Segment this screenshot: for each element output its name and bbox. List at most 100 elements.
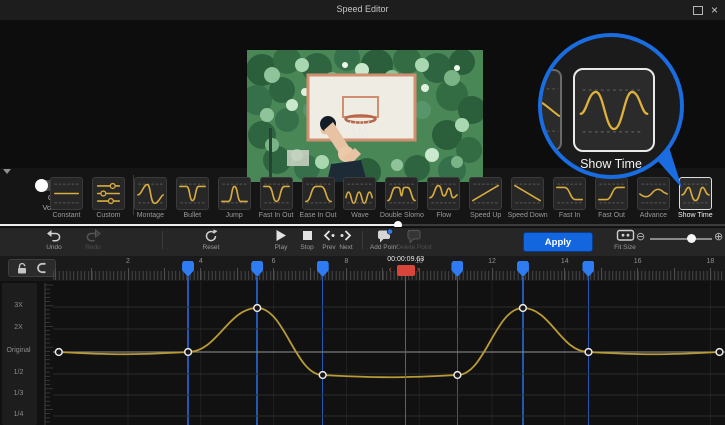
playhead-next-arrow[interactable]: › — [417, 263, 420, 275]
preset-wave[interactable]: Wave — [343, 177, 376, 210]
ruler-number: 18 — [702, 258, 718, 265]
curve-keyframe-point[interactable] — [319, 372, 326, 379]
preset-thumbnail — [302, 177, 335, 210]
preset-label: Jump — [226, 212, 243, 219]
preset-label: Advance — [640, 212, 667, 219]
preset-label: Bullet — [184, 212, 202, 219]
preset-fast-in[interactable]: Fast In — [553, 177, 586, 210]
preset-bullet[interactable]: Bullet — [176, 177, 209, 210]
fit-size-slider-track[interactable] — [650, 238, 712, 240]
ruler-second-tick — [200, 268, 201, 280]
preset-thumbnail — [176, 177, 209, 210]
delete-point-icon — [390, 229, 438, 243]
fit-size-button[interactable]: Fit Size — [601, 229, 649, 251]
current-time: 00:00:09.63 — [376, 256, 436, 263]
reset-icon — [187, 229, 235, 243]
preset-label: Ease In Out — [300, 212, 337, 219]
curve-keyframe-point[interactable] — [585, 349, 592, 356]
preset-thumbnail — [595, 177, 628, 210]
window-title: Speed Editor — [0, 4, 725, 14]
curve-keyframe-point[interactable] — [520, 305, 527, 312]
fit-size-slider-knob[interactable] — [687, 234, 696, 243]
speed-curve-plot[interactable] — [0, 281, 725, 425]
redo-button[interactable]: Redo — [69, 229, 117, 251]
preset-jump[interactable]: Jump — [218, 177, 251, 210]
speed-editor-window: Speed Editor × — [0, 0, 725, 425]
ruler-second-tick — [128, 268, 129, 280]
preset-label: Fast In Out — [259, 212, 294, 219]
ruler-second-tick — [564, 268, 565, 280]
ruler-second-tick — [710, 268, 711, 280]
reset-button[interactable]: Reset — [187, 229, 235, 251]
building — [287, 150, 309, 166]
callout-label: Show Time — [542, 157, 680, 171]
preset-label: Speed Up — [470, 212, 501, 219]
ruler-number: 4 — [193, 258, 209, 265]
curve-keyframe-point[interactable] — [716, 349, 723, 356]
playhead-marker[interactable] — [397, 265, 415, 276]
preset-label: Fast Out — [598, 212, 625, 219]
ruler-number: 6 — [266, 258, 282, 265]
collapse-arrow-icon[interactable] — [3, 169, 11, 174]
ruler-second-tick — [237, 268, 238, 280]
close-button[interactable]: × — [711, 2, 718, 18]
ruler-second-tick — [382, 268, 383, 280]
curve-keyframe-point[interactable] — [454, 372, 461, 379]
window-titlebar: Speed Editor × — [0, 0, 725, 21]
preset-thumbnail — [427, 177, 460, 210]
presets-scrollbar-fill — [0, 224, 398, 226]
preset-double-slomo[interactable]: Double Slomo — [385, 177, 418, 210]
preset-ease-in-out[interactable]: Ease In Out — [302, 177, 335, 210]
magnifier-callout: Show Time — [538, 33, 684, 179]
curve-keyframe-point[interactable] — [254, 305, 261, 312]
preset-label: Wave — [351, 212, 369, 219]
preset-constant[interactable]: Constant — [50, 177, 83, 210]
ruler-number: 8 — [338, 258, 354, 265]
ruler-number: 14 — [557, 258, 573, 265]
preset-thumbnail — [218, 177, 251, 210]
preset-thumbnail — [553, 177, 586, 210]
playhead-prev-arrow[interactable]: ‹ — [389, 263, 392, 275]
preset-montage[interactable]: Montage — [134, 177, 167, 210]
ruler-second-tick — [601, 268, 602, 280]
preset-speed-down[interactable]: Speed Down — [511, 177, 544, 210]
ruler-second-tick — [55, 268, 56, 280]
maximize-button[interactable] — [693, 6, 703, 15]
ruler-number: 16 — [630, 258, 646, 265]
ruler-second-tick — [637, 268, 638, 280]
ruler-second-tick — [492, 268, 493, 280]
preset-thumbnail — [50, 177, 83, 210]
zoom-in-icon[interactable]: ⊕ — [714, 231, 723, 243]
toggle-knob — [35, 179, 48, 192]
lock-icon[interactable] — [16, 262, 28, 275]
callout-show-time-thumbnail — [573, 68, 655, 152]
presets-row: Constant Custom Montage Bullet Jump Fast In O… — [50, 177, 712, 222]
preset-fast-in-out[interactable]: Fast In Out — [260, 177, 293, 210]
delete-point-button[interactable]: Delete Point — [390, 229, 438, 251]
magnet-icon[interactable] — [36, 262, 48, 274]
toolbar-divider — [162, 231, 163, 249]
preset-label: Montage — [137, 212, 164, 219]
preset-thumbnail — [343, 177, 376, 210]
preset-label: Speed Down — [508, 212, 548, 219]
apply-button[interactable]: Apply — [523, 232, 593, 252]
fit-size-icon — [601, 229, 649, 243]
redo-icon — [69, 229, 117, 243]
preset-label: Custom — [96, 212, 120, 219]
preset-label: Flow — [436, 212, 451, 219]
preset-thumbnail — [92, 177, 125, 210]
preset-thumbnail — [511, 177, 544, 210]
preset-thumbnail — [260, 177, 293, 210]
ruler-second-tick — [273, 268, 274, 280]
preset-fast-out[interactable]: Fast Out — [595, 177, 628, 210]
preset-flow[interactable]: Flow — [427, 177, 460, 210]
curve-keyframe-point[interactable] — [55, 349, 62, 356]
preset-thumbnail — [469, 177, 502, 210]
preset-speed-up[interactable]: Speed Up — [469, 177, 502, 210]
preset-label: Fast In — [559, 212, 580, 219]
video-preview-basketball-hoop — [247, 50, 483, 182]
curve-keyframe-point[interactable] — [185, 349, 192, 356]
timeline-tools — [8, 259, 56, 277]
preset-custom[interactable]: Custom — [92, 177, 125, 210]
preset-label: Constant — [52, 212, 80, 219]
